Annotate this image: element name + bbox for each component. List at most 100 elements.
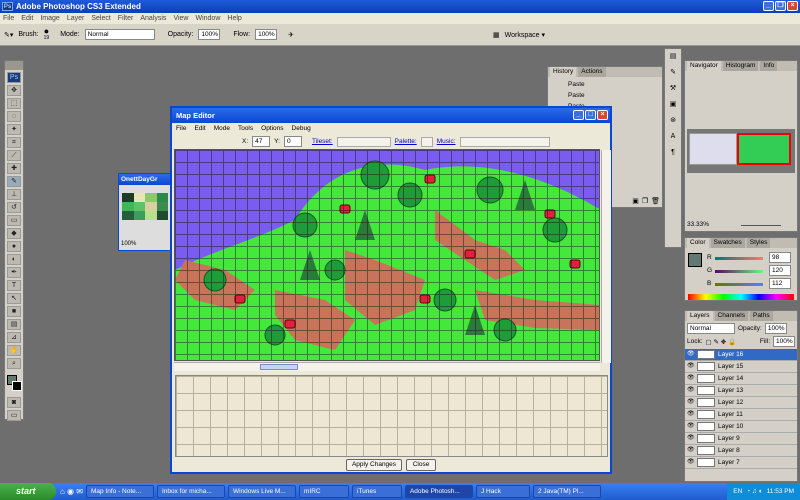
magic-wand-tool-icon[interactable]: ✦ xyxy=(7,124,21,135)
tileset-combo[interactable] xyxy=(336,136,391,147)
lasso-tool-icon[interactable]: ◌ xyxy=(7,111,21,122)
menu-debug[interactable]: Debug xyxy=(292,123,311,134)
brushes-dock-icon[interactable]: ✎ xyxy=(665,65,681,81)
flow-field[interactable]: 100% xyxy=(255,29,278,40)
palette-combo[interactable] xyxy=(420,136,433,147)
close-icon[interactable]: × xyxy=(787,1,798,11)
menu-tools[interactable]: Tools xyxy=(238,123,253,134)
history-dock-icon[interactable]: ▤ xyxy=(665,49,681,65)
airbrush-icon[interactable]: ✈ xyxy=(288,31,294,39)
blend-mode-select[interactable]: Normal xyxy=(687,323,735,334)
brush-tool-icon[interactable]: ✎▾ xyxy=(4,31,13,39)
taskbar-item-notepad[interactable]: Map Info - Note... xyxy=(85,485,154,498)
color-ramp[interactable] xyxy=(688,294,794,300)
menu-options[interactable]: Options xyxy=(261,123,283,134)
layer-row[interactable]: 👁 Layer 10 xyxy=(685,421,797,433)
tab-layers[interactable]: Layers xyxy=(687,311,713,321)
layer-row[interactable]: 👁 Layer 16 xyxy=(685,349,797,361)
layer-row[interactable]: 👁 Layer 13 xyxy=(685,385,797,397)
close-icon[interactable]: × xyxy=(597,110,608,120)
menu-edit[interactable]: Edit xyxy=(21,13,33,24)
layer-comps-dock-icon[interactable]: ▣ xyxy=(665,97,681,113)
fill-field[interactable]: 100% xyxy=(773,336,795,347)
quick-mask-icon[interactable]: ◙ xyxy=(7,397,21,408)
music-combo[interactable] xyxy=(459,136,550,147)
map-horizontal-scroll-thumb[interactable] xyxy=(260,364,298,370)
healing-tool-icon[interactable]: ✚ xyxy=(7,163,21,174)
red-value-field[interactable]: 98 xyxy=(769,252,791,263)
lock-icons[interactable]: ▢ ✎ ✥ 🔒 xyxy=(706,338,737,346)
eye-icon[interactable]: 👁 xyxy=(687,423,695,430)
menu-analysis[interactable]: Analysis xyxy=(140,13,166,24)
brush-tool-icon-active[interactable]: ✎ xyxy=(7,176,21,187)
eye-icon[interactable]: 👁 xyxy=(687,375,695,382)
apply-changes-button[interactable]: Apply Changes xyxy=(346,459,402,471)
minimize-icon[interactable]: _ xyxy=(763,1,774,11)
path-select-tool-icon[interactable]: ↖ xyxy=(7,293,21,304)
layer-row[interactable]: 👁 Layer 7 xyxy=(685,457,797,469)
menu-mode[interactable]: Mode xyxy=(214,123,230,134)
background-color-swatch[interactable] xyxy=(12,381,22,391)
paragraph-dock-icon[interactable]: ¶ xyxy=(665,145,681,161)
layer-row[interactable]: 👁 Layer 9 xyxy=(685,433,797,445)
notes-tool-icon[interactable]: ▤ xyxy=(7,319,21,330)
language-indicator[interactable]: EN xyxy=(733,483,742,500)
menu-help[interactable]: Help xyxy=(227,13,241,24)
eyedropper-tool-icon[interactable]: ⊿ xyxy=(7,332,21,343)
mode-select[interactable]: Normal xyxy=(84,29,155,40)
eye-icon[interactable]: 👁 xyxy=(687,447,695,454)
tileset-link[interactable]: Tileset: xyxy=(312,138,333,145)
tool-presets-icon[interactable]: ▦ xyxy=(493,31,500,39)
menu-window[interactable]: Window xyxy=(195,13,220,24)
bucket-tool-icon[interactable]: ◆ xyxy=(7,228,21,239)
swatch-doc-title-bar[interactable]: OnettDayGr xyxy=(119,174,171,185)
taskbar-item-inbox[interactable]: Inbox for micha... xyxy=(156,485,225,498)
map-horizontal-scrollbar[interactable] xyxy=(174,362,600,371)
hand-tool-icon[interactable]: ✋ xyxy=(7,345,21,356)
layer-row[interactable]: 👁 Layer 12 xyxy=(685,397,797,409)
menu-edit[interactable]: Edit xyxy=(194,123,205,134)
minimize-icon[interactable]: _ xyxy=(573,110,584,120)
tools-grip[interactable] xyxy=(5,61,23,70)
layer-row[interactable]: 👁 Layer 11 xyxy=(685,409,797,421)
new-document-icon[interactable]: ❐ xyxy=(642,197,648,205)
pen-tool-icon[interactable]: ✒ xyxy=(7,267,21,278)
character-dock-icon[interactable]: A xyxy=(665,129,681,145)
opacity-field[interactable]: 100% xyxy=(198,29,221,40)
eye-icon[interactable]: 👁 xyxy=(687,459,695,466)
eye-icon[interactable]: 👁 xyxy=(687,399,695,406)
stamp-tool-icon[interactable]: ⊥ xyxy=(7,189,21,200)
tab-actions[interactable]: Actions xyxy=(578,67,606,77)
dodge-tool-icon[interactable]: ◐ xyxy=(7,254,21,265)
y-field[interactable]: 0 xyxy=(283,136,302,147)
eye-icon[interactable]: 👁 xyxy=(687,363,695,370)
move-tool-icon[interactable]: ✥ xyxy=(7,85,21,96)
maximize-icon[interactable]: □ xyxy=(585,110,596,120)
menu-file[interactable]: File xyxy=(3,13,14,24)
tab-histogram[interactable]: Histogram xyxy=(722,61,759,71)
brush-preset-picker[interactable]: ● 19 xyxy=(44,26,50,42)
navigator-zoom-slider[interactable] xyxy=(741,225,781,226)
menu-select[interactable]: Select xyxy=(91,13,110,24)
eye-icon[interactable]: 👁 xyxy=(687,411,695,418)
menu-image[interactable]: Image xyxy=(40,13,59,24)
blue-value-field[interactable]: 112 xyxy=(769,278,791,289)
clone-source-dock-icon[interactable]: ⊛ xyxy=(665,113,681,129)
tray-icons[interactable]: ◔ ♫ ◐ xyxy=(746,483,762,500)
taskbar-item-windows-live[interactable]: Windows Live M... xyxy=(227,485,296,498)
tab-paths[interactable]: Paths xyxy=(749,311,773,321)
clock[interactable]: 11:53 PM xyxy=(767,483,794,500)
map-vertical-scrollbar[interactable] xyxy=(601,150,611,363)
green-value-field[interactable]: 120 xyxy=(769,265,791,276)
screen-mode-icon[interactable]: ▭ xyxy=(7,410,21,421)
music-link[interactable]: Music: xyxy=(437,138,456,145)
taskbar-item-itunes[interactable]: iTunes xyxy=(351,485,402,498)
layer-row[interactable]: 👁 Layer 8 xyxy=(685,445,797,457)
ps-badge-icon[interactable]: Ps xyxy=(7,72,21,83)
photoshop-title-bar[interactable]: Ps Adobe Photoshop CS3 Extended _ ❐ × xyxy=(0,0,800,13)
trash-icon[interactable]: 🗑 xyxy=(651,197,660,205)
layer-row[interactable]: 👁 Layer 14 xyxy=(685,373,797,385)
history-brush-tool-icon[interactable]: ↺ xyxy=(7,202,21,213)
slice-tool-icon[interactable]: ⟋ xyxy=(7,150,21,161)
tool-presets-dock-icon[interactable]: ⚒ xyxy=(665,81,681,97)
